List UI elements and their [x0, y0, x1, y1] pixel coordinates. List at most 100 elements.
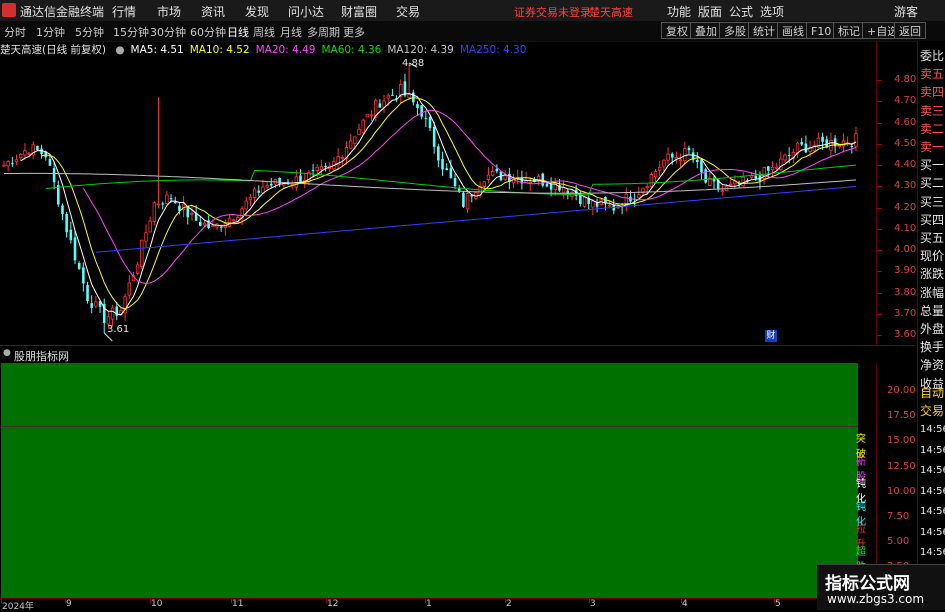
- date-tick: 10: [151, 599, 163, 609]
- date-axis: 2024年 9 10 11 12 1 2 3 4 5: [0, 598, 915, 612]
- legend-ma-0: MA5: 4.51: [130, 44, 184, 56]
- candle-body: [219, 226, 223, 228]
- back-button[interactable]: 返回: [894, 22, 926, 39]
- period-60min[interactable]: 60分钟: [190, 24, 226, 40]
- candle-body: [658, 166, 662, 171]
- period-intraday[interactable]: 分时: [4, 24, 26, 40]
- candle-body: [340, 156, 344, 159]
- period-15min[interactable]: 15分钟: [113, 24, 149, 40]
- candle-body: [378, 103, 382, 108]
- indicator-tick: 5.00: [887, 536, 910, 548]
- candle-body: [482, 181, 486, 187]
- menu-trade[interactable]: 交易: [396, 3, 420, 20]
- login-notice[interactable]: 证券交易未登录: [514, 4, 591, 20]
- f10-button[interactable]: F10: [806, 22, 837, 39]
- draw-line-button[interactable]: 画线: [777, 22, 809, 39]
- period-toolbar: 分时 1分钟 5分钟 15分钟 30分钟 60分钟 日线 周线 月线 多周期 更…: [0, 21, 945, 42]
- candle-body: [135, 264, 140, 274]
- period-daily[interactable]: 日线: [227, 24, 249, 40]
- candle-body: [365, 113, 370, 118]
- period-5min[interactable]: 5分钟: [75, 24, 104, 40]
- period-monthly[interactable]: 月线: [280, 24, 302, 40]
- candle-body: [386, 95, 390, 99]
- indicator-tick: 20.00: [887, 385, 916, 396]
- menu-discover[interactable]: 发现: [245, 3, 269, 20]
- menu-layout[interactable]: 版面: [698, 3, 722, 20]
- quote-field-label: 换手: [920, 340, 945, 355]
- candle-body: [348, 140, 353, 149]
- candle-body: [607, 204, 612, 207]
- period-more[interactable]: 更多: [343, 24, 365, 40]
- candle-body: [741, 176, 745, 187]
- candle-body: [152, 202, 157, 222]
- candle-body: [211, 225, 215, 228]
- candle-body: [432, 126, 436, 147]
- watermark-url: www.zbgs3.com: [827, 592, 925, 606]
- auto-trade-label[interactable]: 自动: [920, 384, 944, 401]
- candle-body: [545, 183, 549, 187]
- menu-market[interactable]: 市场: [157, 3, 181, 20]
- period-1min[interactable]: 1分钟: [36, 24, 65, 40]
- stock-name-notice[interactable]: 楚天高速: [589, 4, 633, 20]
- candle-body: [637, 194, 641, 199]
- candle-body: [854, 133, 858, 147]
- candle-body: [428, 117, 432, 129]
- mark-button[interactable]: 标记: [833, 22, 865, 39]
- kline-chart[interactable]: [0, 56, 875, 344]
- candle-body: [94, 301, 98, 307]
- indicator-axis: 20.0017.5015.0012.5010.007.505.002.50: [876, 363, 917, 598]
- candle-body: [407, 93, 411, 98]
- candle-body: [770, 166, 775, 170]
- candle-body: [52, 168, 56, 183]
- candle-body: [232, 219, 236, 222]
- statistics-button[interactable]: 统计: [748, 22, 780, 39]
- collapse-icon[interactable]: ●: [3, 348, 11, 358]
- candle-body: [73, 237, 77, 261]
- period-multi[interactable]: 多周期: [307, 24, 340, 40]
- legend-toggle-icon[interactable]: ●: [115, 44, 124, 56]
- price-tick: 4.30: [894, 180, 917, 192]
- period-30min[interactable]: 30分钟: [150, 24, 186, 40]
- menu-options[interactable]: 选项: [760, 3, 784, 20]
- candle-body: [666, 153, 670, 161]
- candle-body: [766, 166, 770, 171]
- candle-body: [779, 158, 783, 171]
- menu-function[interactable]: 功能: [667, 3, 691, 20]
- candle-body: [420, 105, 423, 117]
- candle-body: [315, 166, 319, 171]
- low-price-label: 3.61: [107, 324, 130, 335]
- candle-body: [319, 166, 324, 170]
- overlay-button[interactable]: 叠加: [690, 22, 722, 39]
- candle-body: [670, 153, 674, 158]
- tick-time: 14:56: [920, 444, 945, 456]
- multi-stock-button[interactable]: 多股: [719, 22, 751, 39]
- tick-time: 14:56: [920, 506, 945, 517]
- quote-field-label: 涨幅: [920, 285, 945, 300]
- finance-marker[interactable]: 财: [765, 330, 777, 342]
- candle-body: [357, 128, 361, 135]
- candle-body: [2, 164, 6, 167]
- candle-body: [382, 100, 386, 108]
- tick-time: 14:56: [920, 465, 945, 476]
- candle-body: [244, 200, 248, 210]
- user-label[interactable]: 游客: [894, 3, 918, 20]
- restore-rights-button[interactable]: 复权: [661, 22, 693, 39]
- menu-formula[interactable]: 公式: [729, 3, 753, 20]
- candle-body: [549, 184, 553, 190]
- watermark-title: 指标公式网: [825, 574, 910, 594]
- candle-body: [453, 178, 457, 186]
- auto-trade-label[interactable]: 交易: [920, 402, 944, 419]
- menu-ask[interactable]: 问小达: [288, 3, 324, 20]
- tick-time: 14:56: [920, 424, 945, 435]
- date-tick: 5: [775, 599, 781, 609]
- legend-ma-1: MA10: 4.52: [189, 44, 250, 56]
- menu-quotes[interactable]: 行情: [112, 3, 136, 20]
- tick-time: 14:56: [920, 526, 945, 538]
- menu-news[interactable]: 资讯: [201, 3, 225, 20]
- menu-wealth[interactable]: 财富圈: [341, 3, 377, 20]
- quote-field-label: 净资: [920, 358, 945, 373]
- candle-body: [462, 192, 465, 207]
- period-weekly[interactable]: 周线: [253, 24, 275, 40]
- indicator-tick: 17.50: [887, 410, 916, 422]
- candle-body: [23, 150, 27, 156]
